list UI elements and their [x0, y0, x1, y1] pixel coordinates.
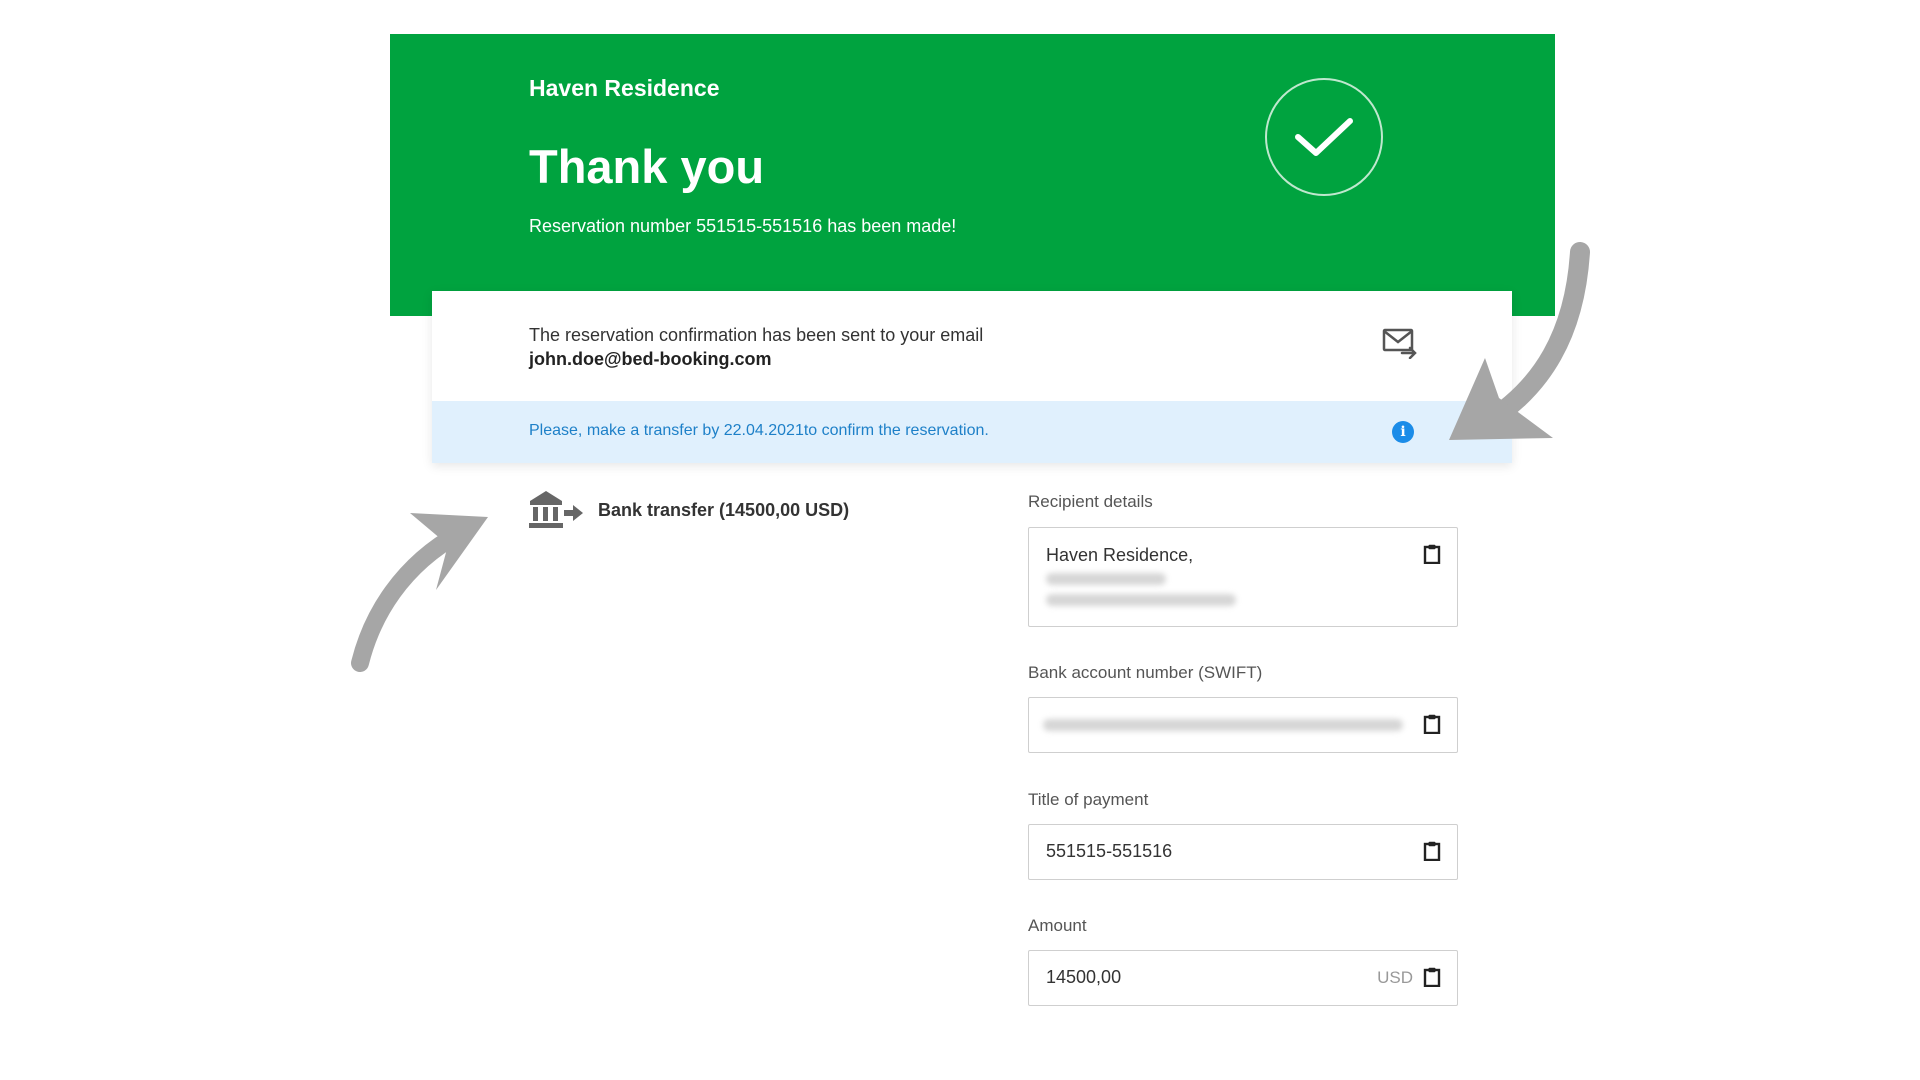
annotation-arrow-right — [1449, 242, 1590, 440]
email-confirmation-row: The reservation confirmation has been se… — [432, 291, 1512, 401]
transfer-notice-text: Please, make a transfer by 22.04.2021to … — [529, 422, 989, 439]
mail-forward-icon[interactable] — [1382, 327, 1418, 359]
amount-field[interactable]: 14500,00 USD — [1028, 950, 1458, 1006]
email-sent-text: The reservation confirmation has been se… — [529, 325, 984, 345]
page-title: Thank you — [529, 140, 765, 193]
transfer-notice: Please, make a transfer by 22.04.2021to … — [432, 401, 1512, 463]
bank-transfer-icon — [529, 491, 583, 528]
email-address: john.doe@bed-booking.com — [529, 349, 772, 369]
confirmation-card: The reservation confirmation has been se… — [432, 291, 1512, 463]
recipient-details-value: Haven Residence, — [1046, 545, 1194, 565]
payment-method: Bank transfer (14500,00 USD) — [528, 489, 849, 531]
currency-unit: USD — [1377, 968, 1413, 987]
clipboard-icon[interactable] — [1423, 544, 1441, 564]
bank-account-label: Bank account number (SWIFT) — [1028, 663, 1263, 682]
clipboard-icon[interactable] — [1423, 841, 1441, 861]
check-circle-icon — [1265, 78, 1383, 196]
amount-value: 14500,00 — [1046, 967, 1122, 987]
reservation-number-text: Reservation number 551515-551516 has bee… — [529, 216, 957, 236]
recipient-details-field[interactable]: Haven Residence, — [1028, 527, 1458, 627]
payment-method-label: Bank transfer (14500,00 USD) — [598, 499, 850, 520]
clipboard-icon[interactable] — [1423, 967, 1441, 987]
bank-account-field[interactable] — [1028, 697, 1458, 753]
redacted-text — [1046, 594, 1236, 606]
payment-title-value: 551515-551516 — [1046, 841, 1173, 861]
redacted-account-number — [1043, 719, 1403, 731]
recipient-details-label: Recipient details — [1028, 492, 1153, 511]
amount-label: Amount — [1028, 916, 1087, 935]
clipboard-icon[interactable] — [1423, 714, 1441, 734]
property-name: Haven Residence — [529, 75, 720, 101]
annotation-arrow-left — [351, 513, 488, 672]
payment-title-field[interactable]: 551515-551516 — [1028, 824, 1458, 880]
confirmation-header: Haven Residence Thank you Reservation nu… — [390, 34, 1555, 316]
payment-title-label: Title of payment — [1028, 790, 1149, 809]
redacted-text — [1046, 573, 1166, 585]
info-icon[interactable]: i — [1392, 421, 1414, 443]
